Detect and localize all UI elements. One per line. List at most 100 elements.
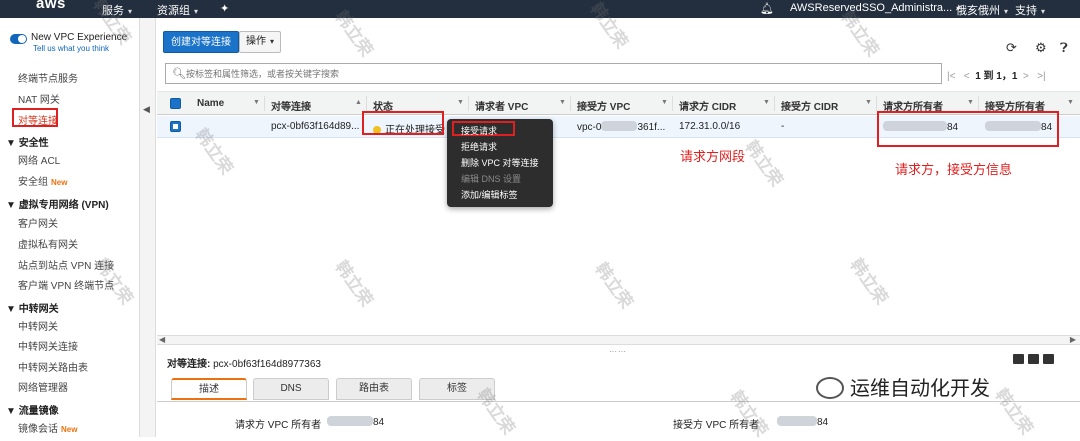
menu-item-delete-peering[interactable]: 删除 VPC 对等连接	[461, 156, 539, 169]
scroll-right-icon[interactable]: ▶	[1070, 335, 1076, 344]
sidebar-group-traffic-mirroring[interactable]: ▼ 流量镜像	[6, 402, 59, 417]
annotation-requester-cidr: 请求方网段	[680, 149, 746, 164]
toggle-switch[interactable]	[10, 34, 27, 44]
tab-route-tables[interactable]: 路由表	[336, 378, 412, 400]
tab-description[interactable]: 描述	[171, 378, 247, 400]
sidebar-item-mirror-sessions[interactable]: 镜像会话 New	[18, 420, 77, 435]
redacted-block	[601, 121, 638, 131]
top-navigation-bar: aws 服务 ▾ 资源组 ▾ ✦ 🔔︎ AWSReservedSSO_Adminis…	[0, 0, 1080, 18]
sidebar-item-security-groups[interactable]: 安全组 New	[18, 173, 67, 188]
sidebar-item-site-to-site-vpn[interactable]: 站点到站点 VPN 连接	[18, 257, 114, 272]
help-icon[interactable]: ❓︎	[1060, 40, 1068, 56]
layout-split-icon[interactable]	[1028, 354, 1039, 364]
new-vpc-experience-toggle[interactable]: New VPC Experience Tell us what you thin…	[10, 32, 127, 53]
resource-groups-menu[interactable]: 资源组 ▾	[157, 2, 198, 18]
chevron-down-icon: ▾	[194, 7, 199, 16]
search-icon: 🔍︎	[172, 68, 186, 80]
page-range: 1 到 1，1	[975, 71, 1018, 82]
sidebar-item-virtual-private-gateways[interactable]: 虚拟私有网关	[18, 236, 78, 251]
last-page-icon[interactable]: >|	[1037, 71, 1045, 82]
tab-dns[interactable]: DNS	[253, 378, 329, 400]
actions-button[interactable]: 操作 ▾	[239, 31, 282, 53]
brand-watermark: 运维自动化开发	[816, 372, 990, 401]
column-header-accepter-cidr[interactable]: 接受方 CIDR	[781, 98, 838, 113]
sort-icon[interactable]: ▼	[457, 99, 464, 106]
layout-full-icon[interactable]	[1043, 354, 1054, 364]
requester-owner-label: 请求方 VPC 所有者	[235, 420, 322, 431]
sidebar-collapse-bar[interactable]: ◀	[140, 18, 156, 437]
sort-icon[interactable]: ▼	[763, 99, 770, 106]
sort-icon[interactable]: ▼	[967, 99, 974, 106]
column-header-accepter-vpc[interactable]: 接受方 VPC	[577, 98, 630, 113]
new-badge: New	[51, 178, 68, 187]
layout-bottom-icon[interactable]	[1013, 354, 1024, 364]
create-peering-connection-button[interactable]: 创建对等连接	[163, 31, 239, 53]
filter-search-bar[interactable]: 🔍︎	[165, 63, 942, 84]
toggle-title: New VPC Experience	[31, 32, 128, 43]
search-input[interactable]	[186, 67, 926, 81]
sort-icon[interactable]: ▼	[865, 99, 872, 106]
sidebar-item-customer-gateways[interactable]: 客户网关	[18, 215, 58, 230]
sidebar-group-security[interactable]: ▼ 安全性	[6, 134, 49, 149]
column-header-peering-connection[interactable]: 对等连接	[271, 98, 311, 113]
new-badge: New	[61, 425, 78, 434]
cell-peering-id: pcx-0bf63f164d89...	[271, 121, 360, 132]
sidebar-item-transit-gateway-route-tables[interactable]: 中转网关路由表	[18, 359, 88, 374]
cell-accepter-cidr: -	[781, 121, 785, 132]
horizontal-scrollbar[interactable]: ◀ ▶	[157, 335, 1080, 345]
detail-title: 对等连接: pcx-0bf63f164d8977363	[167, 359, 321, 370]
select-all-checkbox[interactable]	[170, 98, 181, 109]
chevron-down-icon: ▾	[1004, 7, 1009, 16]
account-menu[interactable]: AWSReservedSSO_Administra... ▾	[790, 2, 960, 14]
refresh-icon[interactable]: ⟳	[1006, 40, 1017, 56]
sidebar-item-network-manager[interactable]: 网络管理器	[18, 379, 68, 394]
column-header-requester-cidr[interactable]: 请求方 CIDR	[679, 98, 736, 113]
menu-item-reject-request[interactable]: 拒绝请求	[461, 140, 497, 153]
aws-logo[interactable]: aws	[36, 0, 66, 12]
sort-icon[interactable]: ▼	[559, 99, 566, 106]
sidebar-item-nat-gateways[interactable]: NAT 网关	[18, 91, 60, 106]
sidebar-item-client-vpn-endpoints[interactable]: 客户端 VPN 终端节点	[18, 277, 114, 292]
gear-icon[interactable]: ⚙	[1035, 40, 1047, 56]
caret-down-icon: ▼	[6, 138, 16, 149]
pagination: |< < 1 到 1，1 > >|	[947, 67, 1046, 82]
chevron-down-icon: ▾	[1041, 7, 1046, 16]
sort-icon[interactable]: ▼	[1067, 99, 1074, 106]
sidebar-item-transit-gateway-attachments[interactable]: 中转网关连接	[18, 338, 78, 353]
chevron-down-icon: ▾	[270, 37, 275, 46]
prev-page-icon[interactable]: <	[964, 71, 970, 82]
cell-accepter-vpc: vpc-0 361f...	[577, 121, 666, 133]
next-page-icon[interactable]: >	[1023, 71, 1029, 82]
tab-tags[interactable]: 标签	[419, 378, 495, 400]
sidebar-group-transit-gateways[interactable]: ▼ 中转网关	[6, 300, 59, 315]
sidebar: New VPC Experience Tell us what you thin…	[0, 18, 140, 437]
feedback-link[interactable]: Tell us what you think	[33, 44, 127, 53]
sidebar-item-network-acl[interactable]: 网络 ACL	[18, 152, 60, 167]
accepter-owner-value: 84	[777, 416, 828, 428]
panel-splitter-handle[interactable]: ⋯⋯	[609, 347, 627, 356]
sidebar-group-vpn[interactable]: ▼ 虚拟专用网络 (VPN)	[6, 196, 109, 211]
highlight-box-peering	[12, 108, 58, 127]
caret-down-icon: ▼	[6, 406, 16, 417]
first-page-icon[interactable]: |<	[947, 71, 955, 82]
wechat-icon	[816, 377, 844, 399]
bell-icon[interactable]: 🔔︎	[760, 2, 774, 15]
sidebar-item-transit-gateways[interactable]: 中转网关	[18, 318, 58, 333]
collapse-left-icon[interactable]: ◀	[143, 104, 150, 115]
column-header-requester-vpc[interactable]: 请求者 VPC	[475, 98, 528, 113]
panel-layout-icons	[1013, 354, 1054, 364]
sidebar-item-endpoint-services[interactable]: 终端节点服务	[18, 70, 78, 85]
sort-ascending-icon[interactable]: ▲	[355, 99, 362, 106]
scroll-left-icon[interactable]: ◀	[159, 335, 165, 344]
accepter-owner-label: 接受方 VPC 所有者	[673, 420, 760, 431]
column-header-name[interactable]: Name	[197, 98, 224, 109]
row-checkbox[interactable]	[170, 121, 181, 132]
region-menu[interactable]: 俄亥俄州 ▾	[956, 2, 1008, 18]
sort-icon[interactable]: ▼	[661, 99, 668, 106]
menu-item-accept-request[interactable]: 接受请求	[461, 124, 497, 137]
sort-icon[interactable]: ▼	[253, 99, 260, 106]
menu-item-add-edit-tags[interactable]: 添加/编辑标签	[461, 188, 518, 201]
support-menu[interactable]: 支持 ▾	[1015, 2, 1045, 18]
pin-icon[interactable]: ✦	[220, 2, 229, 15]
services-menu[interactable]: 服务 ▾	[102, 2, 132, 18]
